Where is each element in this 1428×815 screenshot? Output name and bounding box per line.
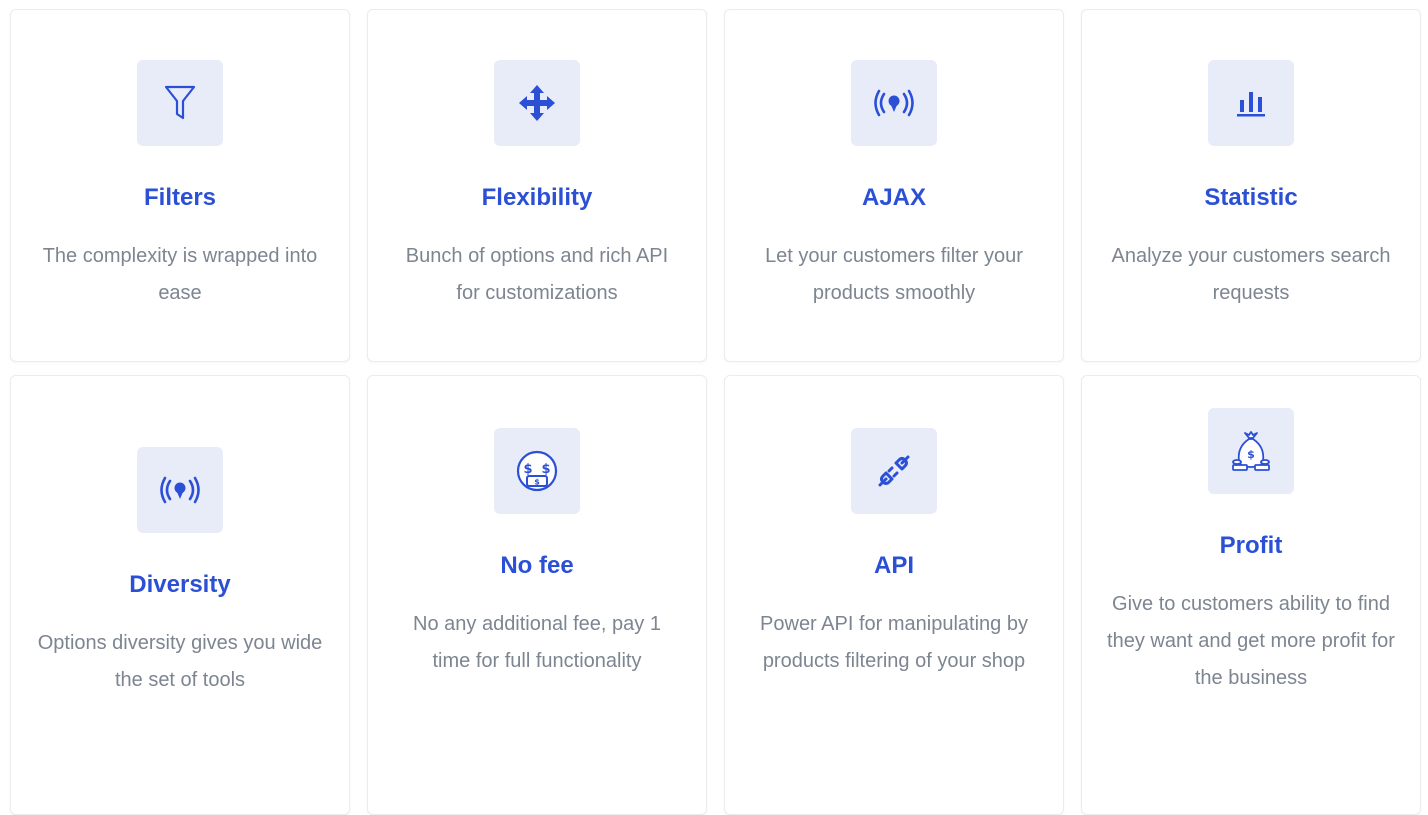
- feature-card-profit: $ Profit Give to customers ability to fi…: [1081, 375, 1421, 815]
- feature-title: Flexibility: [481, 183, 593, 211]
- feature-description: Bunch of options and rich API for custom…: [405, 244, 669, 304]
- feature-title: AJAX: [861, 183, 927, 211]
- feature-icon-box: $: [1208, 408, 1294, 494]
- feature-title: Profit: [1219, 532, 1283, 559]
- feature-card-no-fee: $ $ $ No fee No any additional fee, pay …: [367, 375, 707, 815]
- feature-description: Options diversity gives you wide the set…: [37, 632, 323, 691]
- money-face-icon: $ $ $: [516, 450, 558, 492]
- feature-icon-box: [137, 447, 223, 533]
- feature-icon-box: $ $ $: [494, 428, 580, 514]
- feature-title: No fee: [500, 552, 574, 579]
- feature-card-api: API Power API for manipulating by produc…: [724, 375, 1064, 815]
- feature-icon-box: [851, 59, 937, 146]
- feature-card-diversity: Diversity Options diversity gives you wi…: [10, 375, 350, 815]
- money-bag-icon: $: [1232, 431, 1270, 471]
- feature-card-filters: Filters The complexity is wrapped into e…: [10, 9, 350, 362]
- feature-icon-box: [494, 59, 580, 146]
- feature-description: Power API for manipulating by products f…: [760, 613, 1028, 672]
- filter-icon: [164, 85, 196, 119]
- svg-text:$: $: [541, 462, 550, 477]
- feature-description: The complexity is wrapped into ease: [42, 244, 318, 304]
- svg-text:$: $: [1247, 448, 1255, 461]
- bar-chart-icon: [1237, 91, 1265, 116]
- feature-title: Filters: [143, 183, 217, 211]
- feature-icon-box: [851, 428, 937, 514]
- svg-text:$: $: [534, 478, 540, 487]
- plug-icon: [878, 455, 910, 487]
- move-arrows-icon: [519, 84, 555, 121]
- feature-icon-box: [137, 59, 223, 146]
- feature-card-statistic: Statistic Analyze your customers search …: [1081, 9, 1421, 362]
- svg-text:$: $: [523, 462, 532, 477]
- feature-description: No any additional fee, pay 1 time for fu…: [413, 613, 661, 672]
- feature-description: Let your customers filter your products …: [765, 244, 1023, 304]
- feature-title: Statistic: [1204, 183, 1298, 211]
- feature-description: Analyze your customers search requests: [1111, 244, 1391, 304]
- feature-icon-box: [1208, 59, 1294, 146]
- broadcast-icon: [874, 89, 914, 116]
- feature-card-flexibility: Flexibility Bunch of options and rich AP…: [367, 9, 707, 362]
- feature-title: Diversity: [129, 571, 231, 598]
- feature-title: API: [873, 552, 914, 579]
- feature-card-ajax: AJAX Let your customers filter your prod…: [724, 9, 1064, 362]
- features-grid: Filters The complexity is wrapped into e…: [0, 0, 1428, 815]
- feature-description: Give to customers ability to find they w…: [1107, 593, 1395, 689]
- broadcast-icon: [160, 476, 200, 504]
